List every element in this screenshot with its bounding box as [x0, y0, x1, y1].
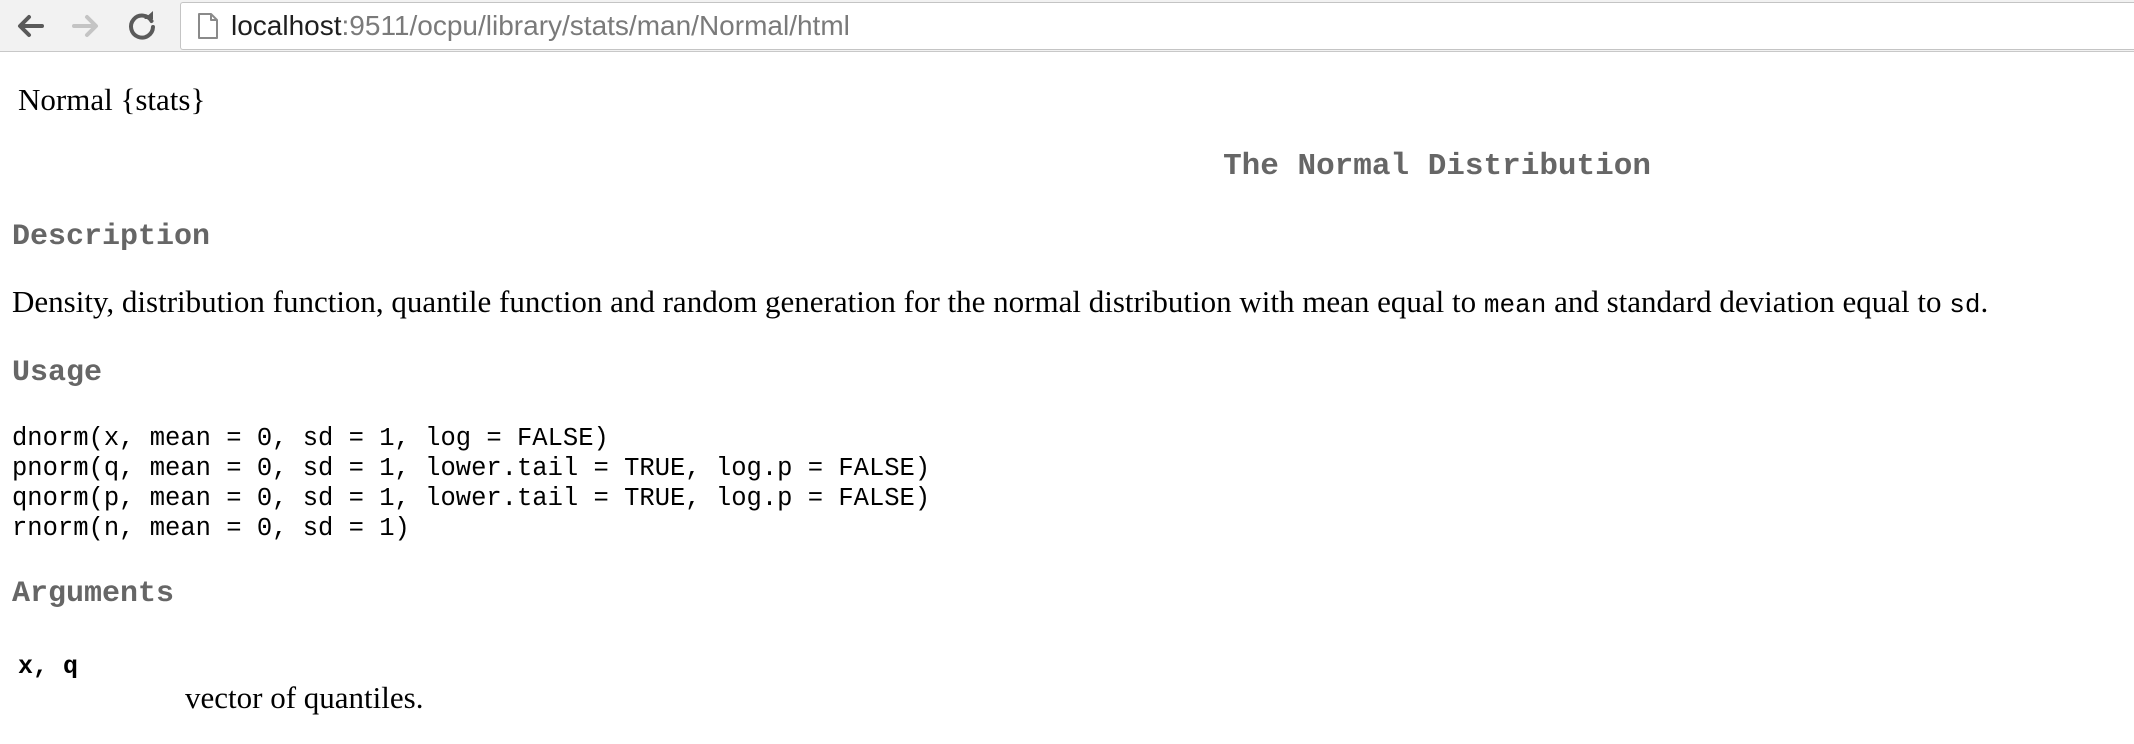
page-header: Normal {stats} — [18, 82, 206, 117]
usage-heading: Usage — [12, 356, 103, 390]
arguments-heading: Arguments — [12, 577, 175, 611]
forward-button[interactable] — [66, 6, 106, 46]
usage-line-qnorm: qnorm(p, mean = 0, sd = 1, lower.tail = … — [12, 484, 931, 513]
address-bar[interactable]: localhost:9511/ocpu/library/stats/man/No… — [180, 2, 2134, 50]
usage-line-rnorm: rnorm(n, mean = 0, sd = 1) — [12, 514, 410, 543]
forward-arrow-icon — [72, 15, 98, 37]
page-title: The Normal Distribution — [1223, 149, 1651, 184]
url-host: localhost — [231, 10, 342, 41]
description-part-3: . — [1980, 284, 1989, 319]
usage-line-pnorm: pnorm(q, mean = 0, sd = 1, lower.tail = … — [12, 454, 931, 483]
description-code-sd: sd — [1949, 290, 1981, 320]
argument-description-x-q: vector of quantiles. — [185, 680, 424, 715]
back-arrow-icon — [18, 15, 44, 37]
description-part-2: and standard deviation equal to — [1546, 284, 1950, 319]
back-button[interactable] — [10, 6, 50, 46]
description-text: Density, distribution function, quantile… — [12, 284, 1988, 320]
page-content: Normal {stats} The Normal Distribution D… — [0, 52, 2134, 744]
usage-code-block: dnorm(x, mean = 0, sd = 1, log = FALSE) p… — [12, 424, 930, 544]
description-heading: Description — [12, 220, 211, 254]
page-icon — [195, 11, 221, 41]
url-text[interactable]: localhost:9511/ocpu/library/stats/man/No… — [231, 10, 850, 42]
description-part-1: Density, distribution function, quantile… — [12, 284, 1484, 319]
reload-icon — [129, 11, 155, 40]
reload-button[interactable] — [122, 6, 162, 46]
description-code-mean: mean — [1483, 290, 1547, 320]
url-path: :9511/ocpu/library/stats/man/Normal/html — [341, 10, 850, 41]
browser-toolbar: localhost:9511/ocpu/library/stats/man/No… — [0, 0, 2134, 52]
argument-name-x-q: x, q — [18, 652, 79, 681]
usage-line-dnorm: dnorm(x, mean = 0, sd = 1, log = FALSE) — [12, 424, 609, 453]
